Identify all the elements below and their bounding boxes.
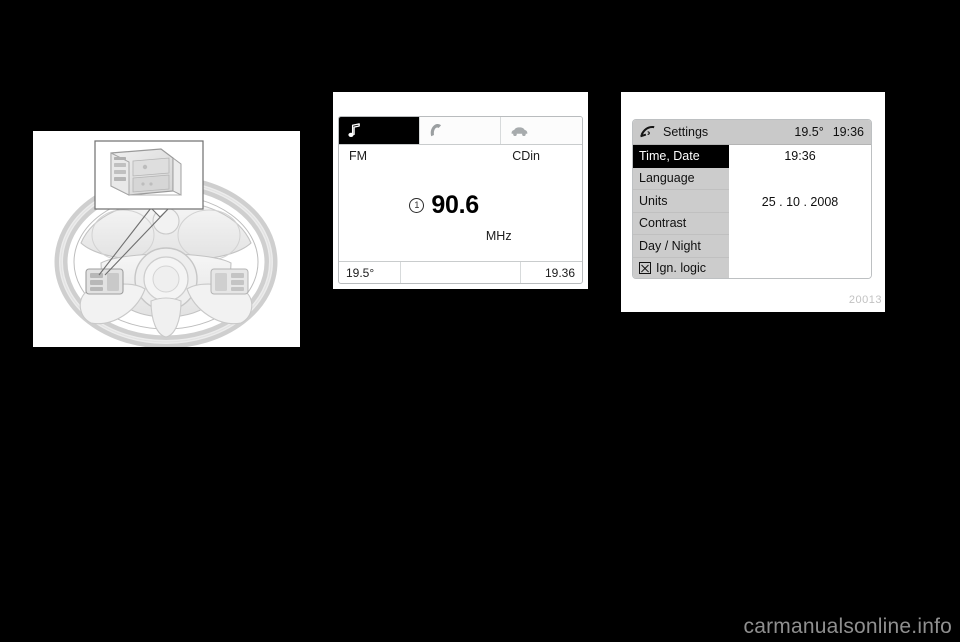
menu-item-label: Contrast <box>639 216 687 231</box>
settings-display-figure: Settings 19.5° 19:36 Time, Date Language… <box>621 92 885 312</box>
status-temperature: 19.5° <box>339 262 401 283</box>
left-control-buttons <box>85 268 124 295</box>
right-control-buttons <box>210 268 249 295</box>
menu-item-label: Language <box>639 171 695 186</box>
frequency-unit: MHz <box>485 229 512 243</box>
secondary-source-label: CDin <box>512 149 540 163</box>
infotainment-screen: FM CDin 1 90.6 MHz 19.5° 19.36 <box>338 116 583 284</box>
menu-item-language[interactable]: Language <box>633 168 729 190</box>
status-time: 19.36 <box>544 265 575 280</box>
status-middle <box>401 262 521 283</box>
settings-screen: Settings 19.5° 19:36 Time, Date Language… <box>632 119 872 279</box>
preset-number-badge: 1 <box>409 197 425 213</box>
header-time: 19:36 <box>832 125 864 139</box>
value-date: 25 . 10 . 2008 <box>761 195 839 209</box>
tab-phone[interactable] <box>420 117 501 144</box>
radio-display-figure: FM CDin 1 90.6 MHz 19.5° 19.36 <box>333 92 588 289</box>
menu-item-units[interactable]: Units <box>633 190 729 213</box>
header-temperature: 19.5° <box>794 125 824 139</box>
menu-item-label: Day / Night <box>639 238 701 253</box>
settings-header: Settings 19.5° 19:36 <box>633 120 871 145</box>
watermark-text: carmanualsonline.info <box>743 615 952 638</box>
settings-body: Time, Date Language Units Contrast Day /… <box>633 145 871 279</box>
steering-wheel-figure <box>33 131 300 347</box>
settings-title: Settings <box>663 125 709 139</box>
settings-value-panel: 19:36 25 . 10 . 2008 <box>729 145 871 278</box>
menu-item-label: Time, Date <box>639 148 700 163</box>
display-status-bar: 19.5° 19.36 <box>339 261 582 283</box>
menu-item-label: Units <box>639 193 668 208</box>
menu-item-contrast[interactable]: Contrast <box>633 213 729 235</box>
tab-audio[interactable] <box>339 117 420 144</box>
source-row: FM CDin <box>339 145 582 163</box>
settings-menu-list: Time, Date Language Units Contrast Day /… <box>633 145 729 279</box>
menu-item-label: Ign. logic <box>656 261 707 276</box>
frequency-value: 90.6 <box>431 190 479 219</box>
source-label: FM <box>349 149 368 163</box>
frequency-area: 1 90.6 MHz <box>339 163 582 261</box>
menu-item-day-night[interactable]: Day / Night <box>633 235 729 258</box>
music-note-icon <box>348 123 360 137</box>
wrench-icon <box>640 125 655 138</box>
figure-id-label: 20013 <box>848 294 882 306</box>
phone-handset-icon <box>430 124 441 137</box>
display-tab-bar <box>339 117 582 145</box>
car-icon <box>511 126 528 136</box>
menu-item-ign-logic[interactable]: Ign. logic <box>633 258 729 279</box>
magnified-inset-callout <box>94 140 204 210</box>
value-time: 19:36 <box>784 149 816 163</box>
menu-item-time-date[interactable]: Time, Date <box>633 145 729 168</box>
checked-checkbox-icon[interactable] <box>639 262 651 275</box>
tab-car[interactable] <box>501 117 582 144</box>
steering-wheel-illustration <box>54 140 278 347</box>
